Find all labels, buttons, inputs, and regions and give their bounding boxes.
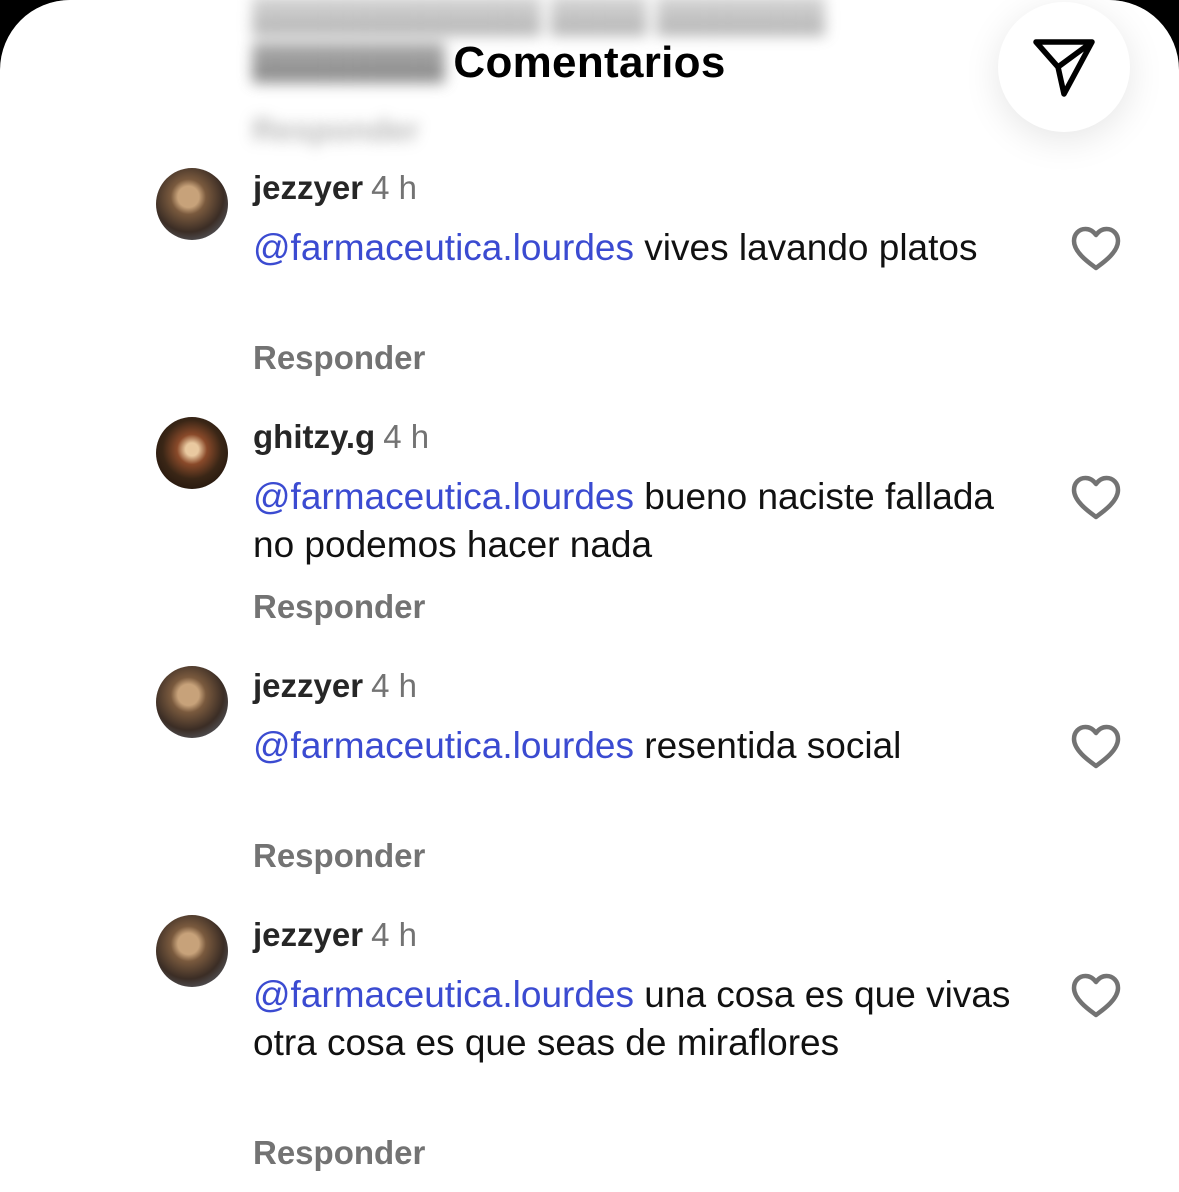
avatar[interactable] — [156, 666, 228, 738]
paper-plane-icon — [1033, 39, 1095, 97]
mention-link[interactable]: @farmaceutica.lourdes — [253, 974, 634, 1015]
timestamp: 4 h — [383, 418, 430, 455]
reply-button[interactable]: Responder — [253, 338, 425, 378]
timestamp: 4 h — [371, 916, 417, 953]
username[interactable]: jezzyer — [253, 667, 363, 704]
comment-meta: jezzyer 4 h — [253, 168, 417, 208]
reply-button[interactable]: Responder — [253, 836, 425, 876]
reply-button[interactable]: Responder — [253, 1133, 425, 1173]
reply-button[interactable]: Responder — [253, 587, 425, 627]
comment-text: @farmaceutica.lourdes resentida social — [253, 722, 1013, 770]
username[interactable]: ghitzy.g — [253, 418, 375, 455]
comment-body: vives lavando platos — [634, 227, 978, 268]
heart-outline-icon[interactable] — [1070, 475, 1122, 521]
username[interactable]: jezzyer — [253, 916, 363, 953]
comment-text: @farmaceutica.lourdes bueno naciste fall… — [253, 473, 1013, 569]
comments-sheet: ████████████ ████ ███████ ████████ Respo… — [0, 0, 1179, 1192]
avatar[interactable] — [156, 417, 228, 489]
mention-link[interactable]: @farmaceutica.lourdes — [253, 725, 634, 766]
previous-comment-reply: Responder — [252, 112, 420, 148]
comment-meta: jezzyer 4 h — [253, 666, 417, 706]
avatar[interactable] — [156, 915, 228, 987]
timestamp: 4 h — [371, 169, 417, 206]
comment-meta: ghitzy.g 4 h — [253, 417, 429, 457]
comment-body: resentida social — [634, 725, 902, 766]
username[interactable]: jezzyer — [253, 169, 363, 206]
mention-link[interactable]: @farmaceutica.lourdes — [253, 476, 634, 517]
share-button[interactable] — [998, 2, 1130, 132]
timestamp: 4 h — [371, 667, 417, 704]
avatar[interactable] — [156, 168, 228, 240]
mention-link[interactable]: @farmaceutica.lourdes — [253, 227, 634, 268]
heart-outline-icon[interactable] — [1070, 226, 1122, 272]
heart-outline-icon[interactable] — [1070, 973, 1122, 1019]
comment-meta: jezzyer 4 h — [253, 915, 417, 955]
comment-text: @farmaceutica.lourdes vives lavando plat… — [253, 224, 1013, 272]
comment-text: @farmaceutica.lourdes una cosa es que vi… — [253, 971, 1013, 1067]
heart-outline-icon[interactable] — [1070, 724, 1122, 770]
